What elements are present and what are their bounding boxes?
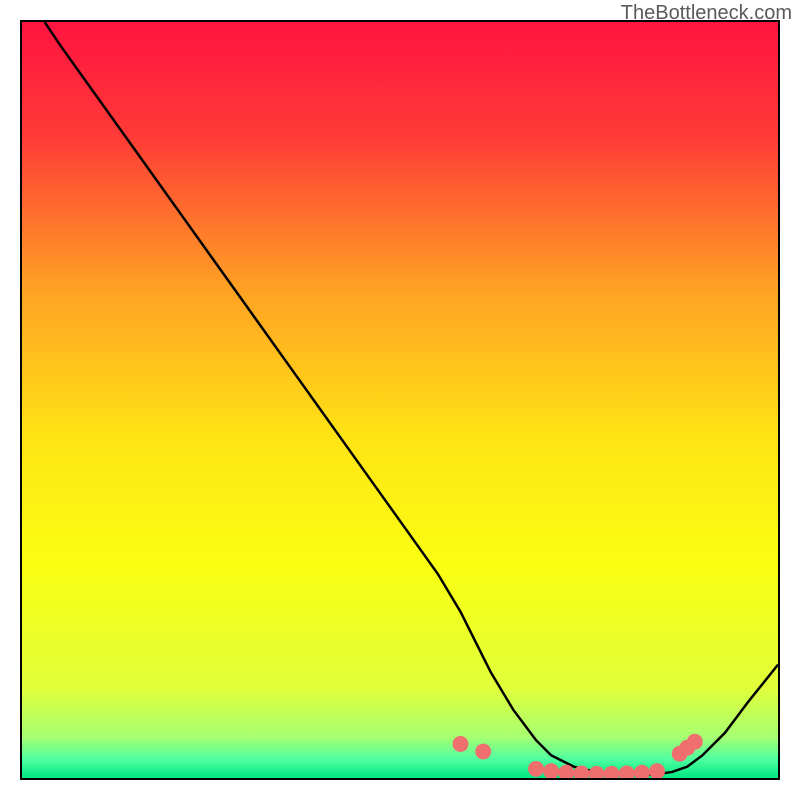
watermark-text: TheBottleneck.com xyxy=(621,2,792,25)
marker-point xyxy=(543,763,559,778)
marker-point xyxy=(604,766,620,778)
marker-point xyxy=(619,766,635,778)
marker-point xyxy=(634,765,650,778)
marker-point xyxy=(687,734,703,750)
marker-point xyxy=(589,766,605,778)
bottleneck-curve xyxy=(45,22,778,775)
optimal-markers xyxy=(453,734,703,778)
marker-point xyxy=(475,744,491,760)
line-overlay xyxy=(22,22,778,778)
plot-area xyxy=(20,20,780,780)
marker-point xyxy=(649,763,665,778)
chart-container: TheBottleneck.com xyxy=(0,0,800,800)
marker-point xyxy=(453,736,469,752)
marker-point xyxy=(528,761,544,777)
